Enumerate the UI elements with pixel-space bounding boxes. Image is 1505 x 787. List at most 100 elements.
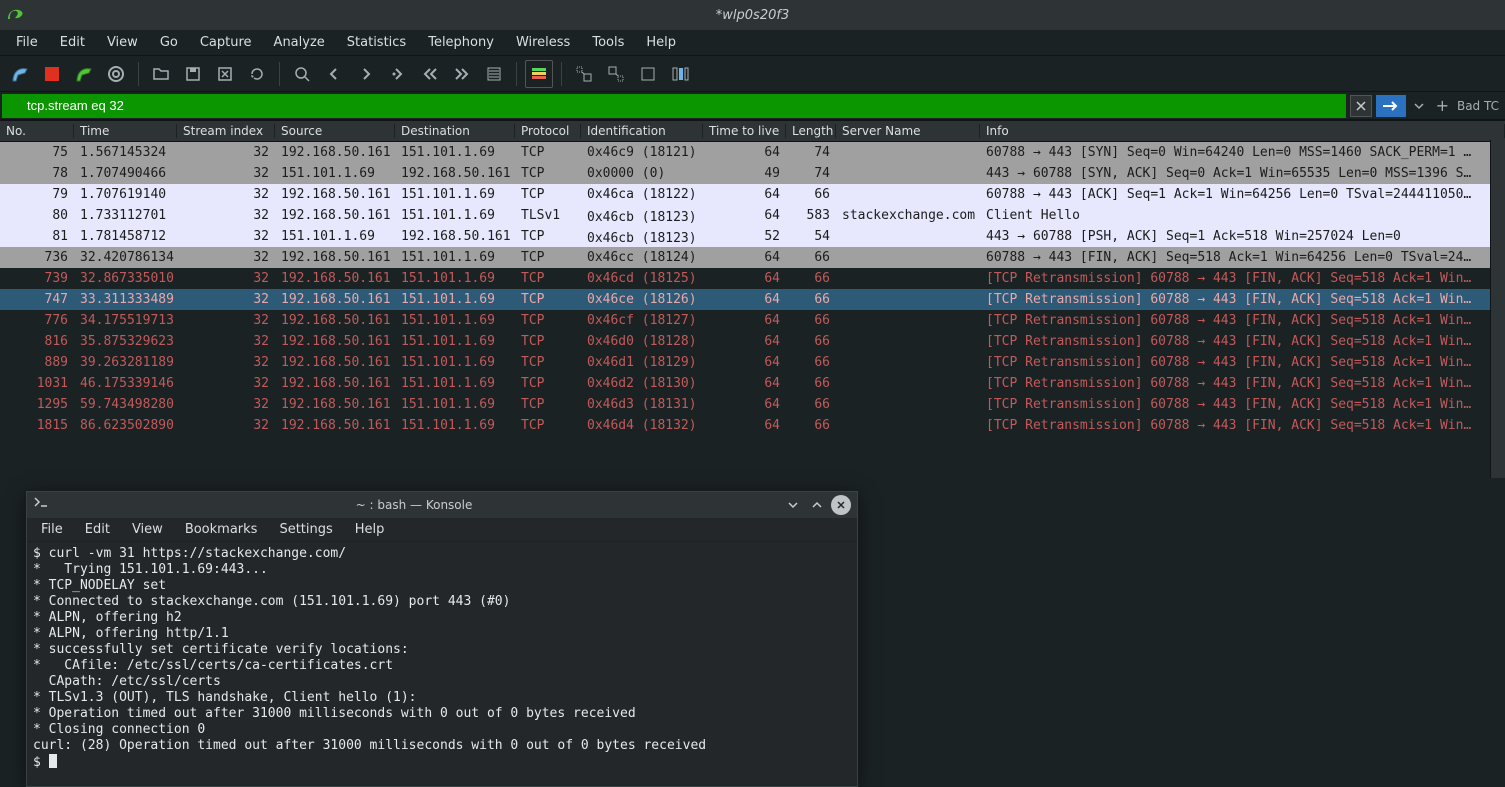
find-packet-button[interactable]	[288, 60, 316, 88]
zoom-reset-button[interactable]	[634, 60, 662, 88]
open-file-button[interactable]	[147, 60, 175, 88]
menu-wireless[interactable]: Wireless	[506, 32, 580, 53]
konsole-menu-help[interactable]: Help	[345, 520, 395, 539]
packet-row[interactable]: 801.73311270132192.168.50.161151.101.1.6…	[0, 205, 1505, 226]
column-header-server[interactable]: Server Name	[836, 124, 980, 138]
packet-row[interactable]: 791.70761914032192.168.50.161151.101.1.6…	[0, 184, 1505, 205]
packet-cell: 35.875329623	[74, 334, 177, 349]
packet-cell: 32	[177, 271, 275, 286]
packet-row[interactable]: 811.78145871232151.101.1.69192.168.50.16…	[0, 226, 1505, 247]
column-header-ident[interactable]: Identification	[581, 124, 703, 138]
packet-row[interactable]: 103146.17533914632192.168.50.161151.101.…	[0, 373, 1505, 394]
menu-telephony[interactable]: Telephony	[418, 32, 504, 53]
konsole-window: ~ : bash — Konsole File Edit View Bookma…	[26, 491, 858, 787]
packet-cell: TCP	[515, 187, 581, 202]
resize-columns-button[interactable]	[666, 60, 694, 88]
packet-cell: 59.743498280	[74, 397, 177, 412]
konsole-menu-icon[interactable]	[33, 496, 49, 514]
column-header-length[interactable]: Length	[786, 124, 836, 138]
menu-help[interactable]: Help	[636, 32, 686, 53]
packet-list-scrollbar[interactable]	[1490, 140, 1505, 478]
packet-cell: TCP	[515, 376, 581, 391]
start-capture-button[interactable]	[6, 60, 34, 88]
close-file-button[interactable]	[211, 60, 239, 88]
packet-row[interactable]: 77634.17551971332192.168.50.161151.101.1…	[0, 310, 1505, 331]
add-filter-button[interactable]: +	[1432, 95, 1453, 117]
menu-analyze[interactable]: Analyze	[264, 32, 335, 53]
column-header-time[interactable]: Time	[74, 124, 177, 138]
packet-row[interactable]: 181586.62350289032192.168.50.161151.101.…	[0, 415, 1505, 436]
packet-cell: 32	[177, 229, 275, 244]
packet-row[interactable]: 751.56714532432192.168.50.161151.101.1.6…	[0, 142, 1505, 163]
packet-list-header[interactable]: No. Time Stream index Source Destination…	[0, 120, 1505, 142]
zoom-out-button[interactable]	[602, 60, 630, 88]
zoom-in-button[interactable]	[570, 60, 598, 88]
go-to-last-button[interactable]	[448, 60, 476, 88]
column-header-dest[interactable]: Destination	[395, 124, 515, 138]
menu-capture[interactable]: Capture	[190, 32, 262, 53]
packet-cell: TCP	[515, 271, 581, 286]
packet-cell: 78	[0, 166, 74, 181]
packet-row[interactable]: 74733.31133348932192.168.50.161151.101.1…	[0, 289, 1505, 310]
packet-cell: TCP	[515, 166, 581, 181]
go-forward-button[interactable]	[352, 60, 380, 88]
konsole-menu-edit[interactable]: Edit	[75, 520, 120, 539]
packet-cell: 66	[786, 271, 836, 286]
window-title: *wlp0s20f3	[30, 8, 1475, 23]
konsole-menu-settings[interactable]: Settings	[269, 520, 342, 539]
packet-row[interactable]: 73632.42078613432192.168.50.161151.101.1…	[0, 247, 1505, 268]
display-filter-input[interactable]	[2, 94, 1346, 118]
filter-status-text: Bad TC	[1457, 99, 1503, 113]
go-to-packet-button[interactable]	[384, 60, 412, 88]
column-header-no[interactable]: No.	[0, 124, 74, 138]
terminal-output[interactable]: $ curl -vm 31 https://stackexchange.com/…	[27, 542, 857, 786]
colorize-button[interactable]	[525, 60, 553, 88]
close-button[interactable]	[831, 495, 851, 515]
menu-go[interactable]: Go	[150, 32, 188, 53]
packet-list[interactable]: 751.56714532432192.168.50.161151.101.1.6…	[0, 142, 1505, 436]
menu-file[interactable]: File	[6, 32, 48, 53]
reload-file-button[interactable]	[243, 60, 271, 88]
stop-capture-button[interactable]	[38, 60, 66, 88]
column-header-ttl[interactable]: Time to live	[703, 124, 786, 138]
minimize-button[interactable]	[783, 495, 803, 515]
packet-cell: 1031	[0, 376, 74, 391]
maximize-button[interactable]	[807, 495, 827, 515]
packet-row[interactable]: 81635.87532962332192.168.50.161151.101.1…	[0, 331, 1505, 352]
filter-history-button[interactable]	[1410, 95, 1428, 117]
apply-filter-button[interactable]	[1376, 95, 1406, 117]
clear-filter-button[interactable]	[1350, 95, 1372, 117]
konsole-menu-file[interactable]: File	[31, 520, 73, 539]
restart-capture-button[interactable]	[70, 60, 98, 88]
konsole-menu-view[interactable]: View	[122, 520, 173, 539]
konsole-titlebar[interactable]: ~ : bash — Konsole	[27, 492, 857, 518]
capture-options-button[interactable]	[102, 60, 130, 88]
column-header-protocol[interactable]: Protocol	[515, 124, 581, 138]
packet-cell: 776	[0, 313, 74, 328]
packet-cell: 151.101.1.69	[395, 376, 515, 391]
packet-cell: 0x46d4 (18132)	[581, 418, 703, 433]
konsole-menu-bookmarks[interactable]: Bookmarks	[175, 520, 268, 539]
column-header-stream[interactable]: Stream index	[177, 124, 275, 138]
packet-cell: TCP	[515, 397, 581, 412]
packet-row[interactable]: 781.70749046632151.101.1.69192.168.50.16…	[0, 163, 1505, 184]
column-header-info[interactable]: Info	[980, 124, 1505, 138]
go-back-button[interactable]	[320, 60, 348, 88]
packet-cell: 32	[177, 166, 275, 181]
packet-cell: 60788 → 443 [ACK] Seq=1 Ack=1 Win=64256 …	[980, 187, 1505, 202]
save-file-button[interactable]	[179, 60, 207, 88]
auto-scroll-button[interactable]	[480, 60, 508, 88]
packet-row[interactable]: 88939.26328118932192.168.50.161151.101.1…	[0, 352, 1505, 373]
packet-cell: 192.168.50.161	[275, 397, 395, 412]
packet-row[interactable]: 129559.74349828032192.168.50.161151.101.…	[0, 394, 1505, 415]
menu-tools[interactable]: Tools	[582, 32, 634, 53]
packet-row[interactable]: 73932.86733501032192.168.50.161151.101.1…	[0, 268, 1505, 289]
column-header-source[interactable]: Source	[275, 124, 395, 138]
packet-cell: 151.101.1.69	[395, 397, 515, 412]
menu-statistics[interactable]: Statistics	[337, 32, 416, 53]
packet-cell: Client Hello	[980, 208, 1505, 223]
go-to-first-button[interactable]	[416, 60, 444, 88]
packet-cell: 32	[177, 145, 275, 160]
menu-view[interactable]: View	[97, 32, 148, 53]
menu-edit[interactable]: Edit	[50, 32, 95, 53]
